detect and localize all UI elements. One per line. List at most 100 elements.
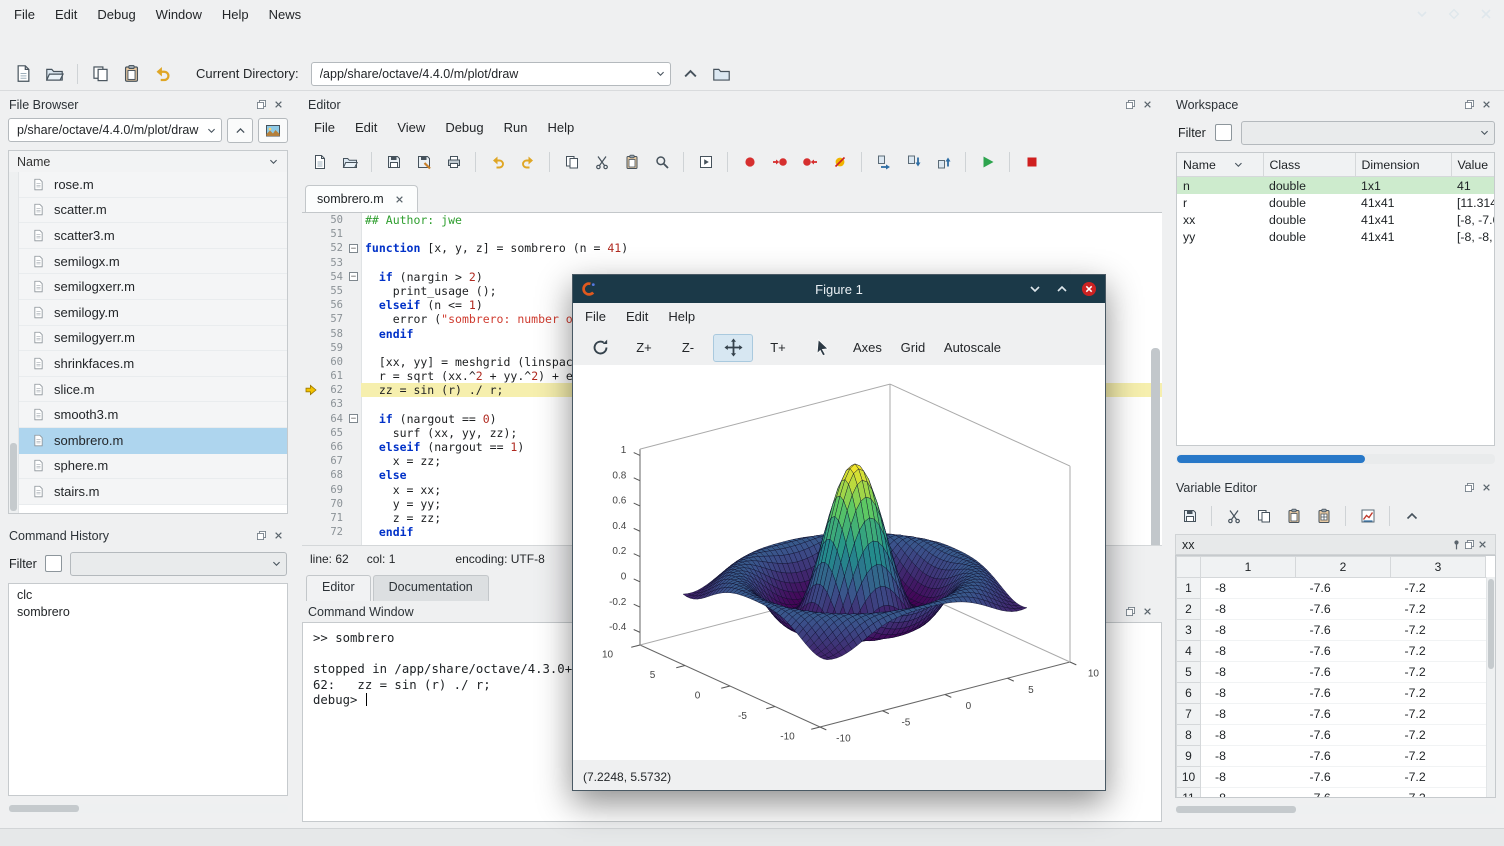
workspace-row[interactable]: yydouble41x41[-8, -8, [1177,228,1494,245]
browse-directories-button[interactable] [258,118,288,143]
variable-cell[interactable]: -8 [1201,704,1296,725]
close-panel-button[interactable] [270,96,287,113]
fold-collapse-icon[interactable]: − [349,244,358,253]
current-directory-combobox[interactable]: /app/share/octave/4.4.0/m/plot/draw [311,62,671,86]
undock-button[interactable] [1122,96,1139,113]
maximize-button[interactable] [1446,6,1462,22]
variable-cell[interactable]: -7.2 [1391,641,1486,662]
variable-table-hscrollbar[interactable] [1175,805,1496,814]
rotate-tool[interactable] [581,335,619,361]
select-tool[interactable] [803,335,841,361]
file-item[interactable]: smooth3.m [19,402,287,428]
figure-window[interactable]: Figure 1 FileEditHelp Z+Z-T+AxesGridAuto… [572,274,1106,791]
workspace-row[interactable]: ndouble1x141 [1177,177,1494,195]
variable-column-header[interactable]: 1 [1201,557,1296,578]
file-item[interactable]: sombrero.m [19,428,287,454]
pan-tool[interactable] [713,334,753,362]
paste-button[interactable] [618,149,645,175]
variable-table-vscrollbar[interactable] [1486,577,1495,797]
variable-cell[interactable]: -7.6 [1296,578,1391,599]
breakpoint-toggle-button[interactable] [736,149,763,175]
redo-button[interactable] [514,149,541,175]
figure-plot-canvas[interactable]: -10-50510-10-50510-0.4-0.200.20.40.60.81 [573,365,1105,760]
scrollbar-handle[interactable] [1177,455,1365,463]
variable-tab-bar[interactable]: xx [1175,534,1496,555]
variable-cell[interactable]: -7.2 [1391,578,1486,599]
open-folder-button[interactable] [336,149,363,175]
file-item[interactable]: stairs.m [19,479,287,505]
close-panel-button[interactable] [1478,479,1495,496]
file-item[interactable]: sphere.m [19,454,287,480]
variable-cell[interactable]: -8 [1201,746,1296,767]
variable-cell[interactable]: -7.6 [1296,641,1391,662]
history-scrollbar[interactable] [8,804,288,813]
save-as-button[interactable] [410,149,437,175]
cut-button[interactable] [588,149,615,175]
variable-cell[interactable]: -7.6 [1296,788,1391,799]
variable-cell[interactable]: -7.2 [1391,767,1486,788]
editor-menu-item-view[interactable]: View [387,115,435,140]
close-variable-button[interactable] [1476,538,1489,551]
file-list-scrollbar[interactable] [9,172,19,513]
variable-cell[interactable]: -7.2 [1391,746,1486,767]
axes-button[interactable]: Axes [847,335,888,361]
history-item[interactable]: sombrero [9,604,287,621]
figure-menu-item-help[interactable]: Help [658,304,705,329]
row-header[interactable]: 10 [1177,767,1201,788]
variable-cell[interactable]: -7.2 [1391,725,1486,746]
breakpoint-clear-button[interactable] [826,149,853,175]
grid-button[interactable]: Grid [894,335,932,361]
figure-titlebar[interactable]: Figure 1 [573,275,1105,303]
close-panel-button[interactable] [1139,603,1156,620]
editor-scrollbar[interactable] [1151,338,1160,514]
undo-button[interactable] [149,61,176,87]
minimize-button[interactable] [1027,281,1043,297]
undock-button[interactable] [1122,603,1139,620]
breakpoint-next-button[interactable] [766,149,793,175]
workspace-filter-combobox[interactable] [1241,121,1495,145]
file-item[interactable]: scatter.m [19,198,287,224]
variable-cell[interactable]: -7.2 [1391,599,1486,620]
dock-tab-editor[interactable]: Editor [306,575,371,601]
row-header[interactable]: 4 [1177,641,1201,662]
variable-cell[interactable]: -7.2 [1391,704,1486,725]
print-button[interactable] [440,149,467,175]
variable-column-header[interactable]: 2 [1296,557,1391,578]
step-button[interactable] [870,149,897,175]
save-button[interactable] [1176,503,1203,529]
new-document-button[interactable] [10,61,37,87]
copy-button[interactable] [87,61,114,87]
editor-menu-item-edit[interactable]: Edit [345,115,387,140]
stop-debug-button[interactable] [1018,149,1045,175]
undo-button[interactable] [484,149,511,175]
fold-collapse-icon[interactable]: − [349,272,358,281]
scrollbar-handle[interactable] [1488,579,1494,669]
row-header[interactable]: 5 [1177,662,1201,683]
row-header[interactable]: 7 [1177,704,1201,725]
close-figure-button[interactable] [1081,281,1097,297]
dock-tab-documentation[interactable]: Documentation [373,575,489,601]
menu-item-window[interactable]: Window [146,2,212,27]
plot-chart-button[interactable] [1354,503,1381,529]
variable-cell[interactable]: -7.6 [1296,746,1391,767]
variable-cell[interactable]: -7.6 [1296,767,1391,788]
file-item[interactable]: rose.m [19,172,287,198]
variable-column-header[interactable]: 3 [1391,557,1486,578]
file-list-column-header[interactable]: Name [8,150,288,173]
menu-item-help[interactable]: Help [212,2,259,27]
workspace-row[interactable]: xxdouble41x41[-8, -7.6 [1177,211,1494,228]
breakpoint-prev-button[interactable] [796,149,823,175]
new-document-button[interactable] [306,149,333,175]
find-button[interactable] [648,149,675,175]
insert-text-tool[interactable]: T+ [759,335,797,361]
file-item[interactable]: slice.m [19,377,287,403]
copy-button[interactable] [1250,503,1277,529]
undock-variable-button[interactable] [1463,538,1476,551]
autoscale-button[interactable]: Autoscale [938,335,1007,361]
workspace-row[interactable]: rdouble41x41[11.314 [1177,194,1494,211]
editor-menu-item-run[interactable]: Run [494,115,538,140]
figure-menu-item-edit[interactable]: Edit [616,304,658,329]
history-filter-checkbox[interactable] [45,555,62,572]
workspace-column-header-value[interactable]: Value [1451,153,1494,177]
file-item[interactable]: semilogxerr.m [19,274,287,300]
